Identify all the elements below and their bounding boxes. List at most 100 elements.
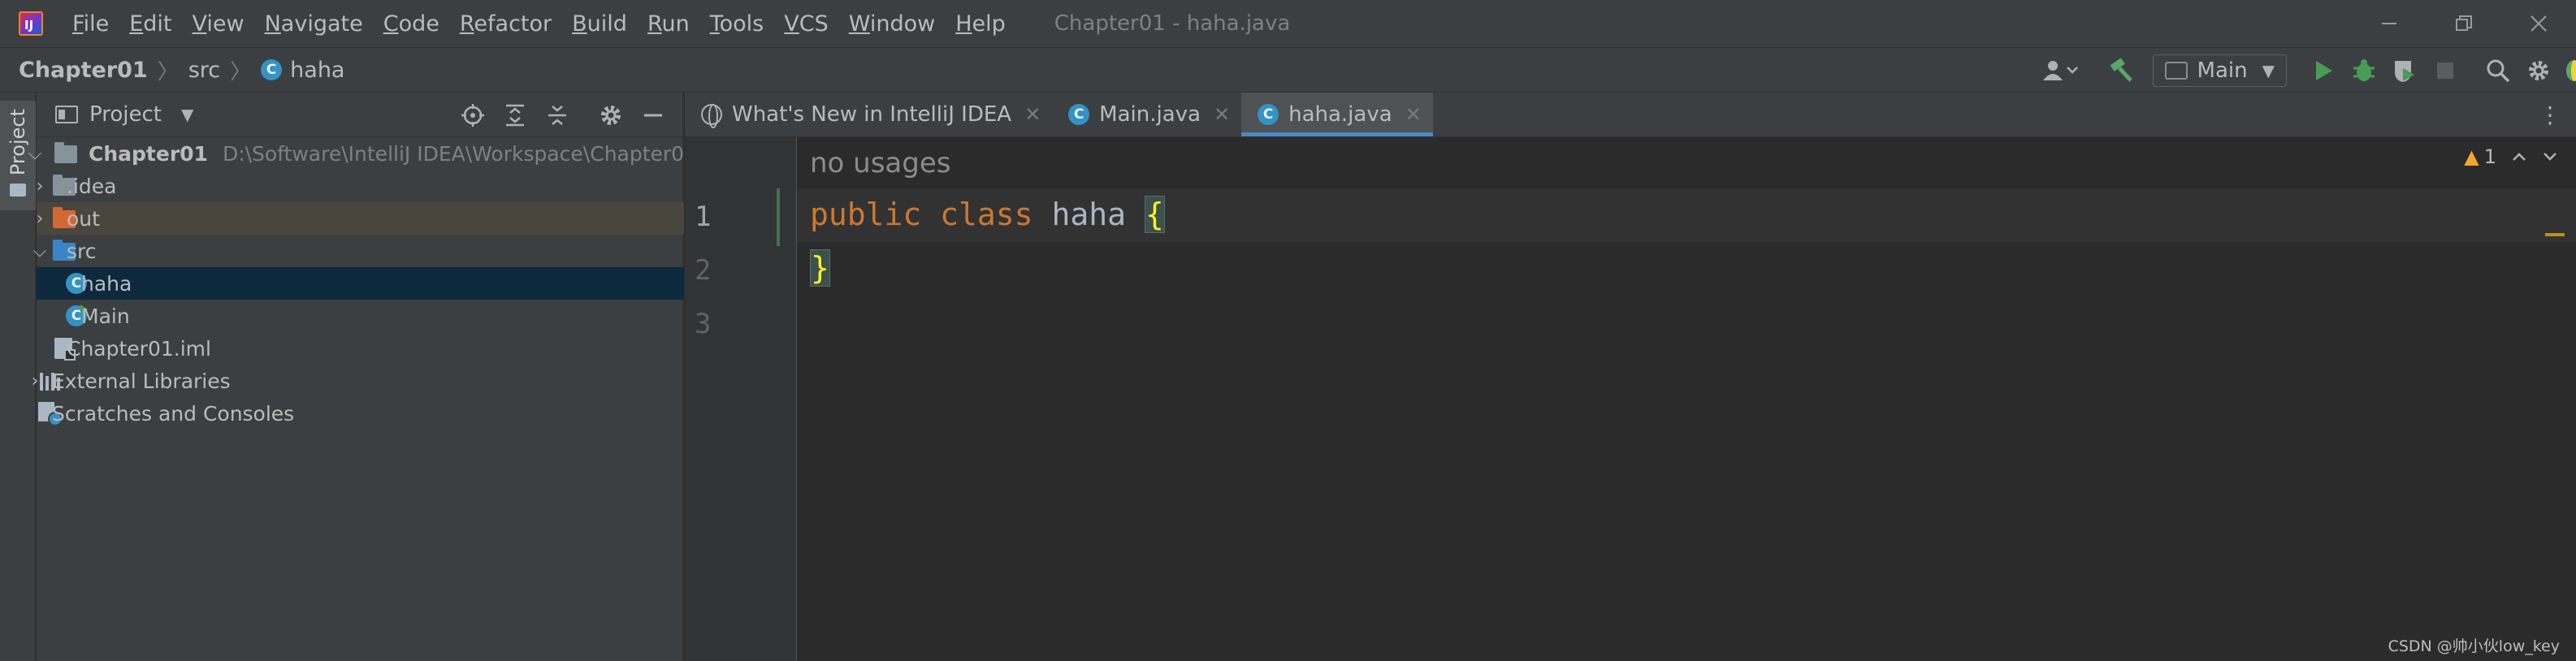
menu-help[interactable]: Help (955, 11, 1006, 37)
tab-label: haha.java (1288, 102, 1392, 127)
vcs-change-marker[interactable] (777, 188, 780, 246)
window-controls (2352, 0, 2576, 47)
class-icon: C (1258, 104, 1279, 125)
debug-icon[interactable] (2348, 54, 2380, 87)
search-icon[interactable] (2482, 54, 2514, 87)
inspection-widget: ▲ 1 (2464, 145, 2558, 168)
tree-label-external-libraries: External Libraries (52, 369, 231, 393)
previous-highlight-icon[interactable] (2511, 151, 2527, 162)
logo-text: IJ (24, 18, 34, 32)
project-tab-label: Project (6, 109, 29, 176)
tree-item-label: Chapter01 D:\Software\IntelliJ IDEA\Works… (89, 142, 697, 166)
breadcrumb-file[interactable]: haha (290, 58, 344, 83)
coverage-icon[interactable] (2388, 54, 2421, 87)
breadcrumb-separator: 〉 (157, 59, 179, 84)
plugin-icon[interactable] (2563, 54, 2576, 87)
tree-label-chapter01: Chapter01 (89, 141, 208, 166)
tab-haha-java[interactable]: C haha.java ✕ (1241, 93, 1433, 136)
open-brace: { (1144, 196, 1165, 233)
tree-row-chapter01[interactable]: ⌵ Chapter01 D:\Software\IntelliJ IDEA\Wor… (28, 137, 697, 170)
tab-whats-new[interactable]: What's New in IntelliJ IDEA ✕ (685, 93, 1052, 136)
tree-row-src[interactable]: ⌵ src (33, 235, 684, 267)
menu-view[interactable]: View (193, 11, 245, 37)
project-panel-actions (452, 93, 674, 137)
watermark: CSDN @帅小伙low_key (2388, 637, 2560, 655)
next-highlight-icon[interactable] (2542, 151, 2558, 162)
user-icon[interactable] (2037, 54, 2083, 87)
tree-row-out[interactable]: › out (37, 202, 684, 235)
breadcrumb-project[interactable]: Chapter01 (19, 58, 148, 83)
window-title: Chapter01 - haha.java (1054, 11, 1291, 36)
usages-inlay-hint[interactable]: no usages (810, 147, 950, 179)
warning-scroll-marker[interactable] (2545, 233, 2565, 236)
line-number: 3 (695, 308, 712, 340)
editor-gutter: 1 2 3 (685, 137, 797, 661)
more-tabs-icon[interactable]: ⋮ (2539, 93, 2561, 137)
run-icon[interactable] (2307, 54, 2340, 87)
chevron-right-icon[interactable]: › (32, 176, 48, 197)
tree-label-haha: haha (81, 271, 132, 296)
tree-label-out: out (67, 206, 100, 231)
tree-label-main: Main (81, 304, 130, 328)
menu-code[interactable]: Code (383, 11, 439, 37)
hide-panel-icon[interactable] (637, 99, 669, 132)
tree-label-iml: Chapter01.iml (67, 336, 211, 361)
tree-row-haha[interactable]: C haha (37, 267, 684, 300)
editor-tabs: What's New in IntelliJ IDEA ✕ C Main.jav… (685, 93, 2576, 137)
menu-edit[interactable]: Edit (129, 11, 171, 37)
menu-file[interactable]: File (72, 11, 109, 37)
minimize-icon[interactable] (2352, 0, 2427, 47)
tree-row-idea[interactable]: › .idea (37, 170, 684, 202)
navigation-bar: Chapter01 〉 src 〉 C haha Main ▼ (0, 47, 2576, 93)
expand-all-icon[interactable] (499, 99, 531, 132)
menu-refactor[interactable]: Refactor (460, 11, 552, 37)
line-number: 2 (695, 254, 712, 287)
breadcrumb-src[interactable]: src (188, 58, 220, 83)
collapse-all-icon[interactable] (541, 99, 574, 132)
globe-icon (701, 104, 722, 128)
settings-icon[interactable] (595, 99, 627, 132)
stop-icon[interactable] (2429, 54, 2461, 87)
tree-label-idea: .idea (67, 174, 117, 198)
menu-vcs[interactable]: VCS (784, 11, 828, 37)
run-config-icon (2164, 62, 2188, 80)
code-line-1: public class haha { (810, 196, 1165, 233)
tree-row-external-libraries[interactable]: › External Libraries (32, 365, 684, 397)
close-brace: } (810, 249, 830, 287)
tab-label: Main.java (1099, 102, 1201, 127)
tree-row-scratches[interactable]: Scratches and Consoles (37, 397, 684, 430)
chevron-down-icon[interactable]: ▼ (181, 105, 193, 124)
run-configuration-selector[interactable]: Main ▼ (2152, 54, 2287, 87)
menu-window[interactable]: Window (849, 11, 935, 37)
code-editor[interactable]: no usages public class haha { } ▲ 1 CSDN… (798, 137, 2576, 661)
project-panel-title[interactable]: Project (89, 102, 162, 127)
chevron-down-icon[interactable]: ⌵ (32, 241, 48, 261)
line-number: 1 (695, 201, 712, 233)
module-folder-icon (54, 142, 77, 163)
project-tool-window: Project ▼ ⌵ Chapter01 D:\Software\Intell… (28, 93, 697, 661)
locate-icon[interactable] (457, 99, 489, 132)
menu-run[interactable]: Run (647, 11, 690, 37)
close-icon[interactable]: ✕ (1024, 103, 1041, 126)
restore-icon[interactable] (2427, 0, 2501, 47)
chevron-right-icon[interactable]: › (32, 209, 48, 229)
menu-bar: IJ File Edit View Navigate Code Refactor… (0, 0, 2576, 47)
close-icon[interactable]: ✕ (1405, 103, 1422, 126)
tree-row-main[interactable]: C Main (37, 300, 684, 332)
menu-navigate[interactable]: Navigate (265, 11, 363, 37)
runnable-class-icon: C (1068, 104, 1090, 125)
tab-main-java[interactable]: C Main.java ✕ (1052, 93, 1241, 136)
chevron-down-icon[interactable]: ⌵ (27, 144, 43, 164)
build-hammer-icon[interactable] (2105, 54, 2137, 87)
close-icon[interactable] (2501, 0, 2576, 47)
breadcrumb-separator: 〉 (230, 59, 252, 84)
settings-icon[interactable] (2522, 54, 2555, 87)
warning-icon[interactable]: ▲ (2464, 145, 2479, 168)
menu-build[interactable]: Build (572, 11, 627, 37)
warning-count[interactable]: 1 (2484, 145, 2496, 168)
menu-tools[interactable]: Tools (710, 11, 764, 37)
keyword-class: class (940, 197, 1033, 232)
close-icon[interactable]: ✕ (1214, 103, 1230, 126)
intellij-logo-icon[interactable]: IJ (19, 11, 43, 36)
tree-row-iml[interactable]: Chapter01.iml (37, 332, 684, 365)
